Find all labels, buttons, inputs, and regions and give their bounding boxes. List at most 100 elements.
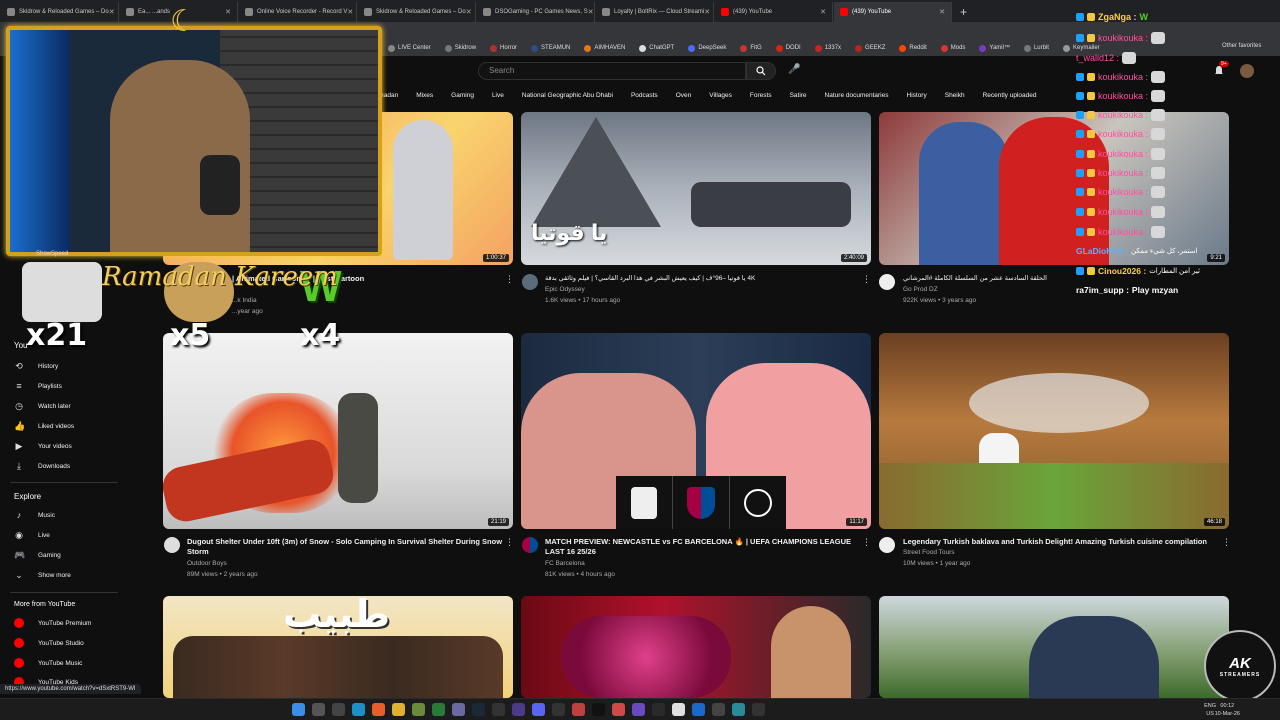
more-options-icon[interactable]: ⋮ bbox=[505, 537, 514, 548]
video-title[interactable]: 4K يا قوتيا –96°ف | كيف يعيش البشر في هذ… bbox=[545, 274, 860, 284]
sidebar-item-youtube-studio[interactable]: YouTube Studio bbox=[14, 638, 84, 648]
sidebar-item-youtube-premium[interactable]: YouTube Premium bbox=[14, 618, 91, 628]
sidebar-item-youtube-music[interactable]: YouTube Music bbox=[14, 658, 82, 668]
search-input[interactable]: Search bbox=[478, 62, 746, 80]
bookmark[interactable]: Horror bbox=[490, 44, 517, 52]
bookmark[interactable]: ChatGPT bbox=[639, 44, 674, 52]
channel-name[interactable]: Go Prod DZ bbox=[903, 286, 938, 293]
channel-name[interactable]: Street Food Tours bbox=[903, 549, 955, 556]
app-icon[interactable] bbox=[732, 703, 745, 716]
app-icon[interactable] bbox=[572, 703, 585, 716]
bookmark[interactable]: DODI bbox=[775, 44, 801, 52]
chip[interactable]: Forests bbox=[750, 92, 772, 99]
new-tab-button[interactable]: + bbox=[952, 5, 975, 22]
system-clock[interactable]: 00:12 10-Mar-26 bbox=[1215, 702, 1240, 718]
chip[interactable]: Nature documentaries bbox=[825, 92, 889, 99]
bookmark[interactable]: LIVE Center bbox=[388, 44, 431, 52]
bookmark[interactable]: Mods bbox=[940, 44, 965, 52]
bookmark[interactable]: GEEKZ bbox=[855, 44, 885, 52]
notifications-bell-icon[interactable]: 9+ bbox=[1213, 61, 1229, 76]
video-thumbnail[interactable]: يا قوتيا 2:40:09 bbox=[521, 112, 871, 265]
chip[interactable]: Sheikh bbox=[945, 92, 965, 99]
browser-tab[interactable]: Skidrow & Reloaded Games – Do ✕ bbox=[358, 2, 476, 22]
close-tab-icon[interactable]: ✕ bbox=[820, 8, 826, 16]
channel-avatar[interactable] bbox=[522, 537, 538, 553]
chip[interactable]: Live bbox=[492, 92, 504, 99]
task-view-icon[interactable] bbox=[332, 703, 345, 716]
brave-browser-icon[interactable] bbox=[372, 703, 385, 716]
chip[interactable]: Oven bbox=[676, 92, 692, 99]
sidebar-item-watch-later[interactable]: ◷ Watch later bbox=[14, 401, 71, 411]
chip[interactable]: Recently uploaded bbox=[983, 92, 1037, 99]
bookmark[interactable]: AIMHAVEN bbox=[584, 44, 625, 52]
browser-tab[interactable]: Online Voice Recorder - Record V ✕ bbox=[239, 2, 357, 22]
video-thumbnail[interactable] bbox=[879, 596, 1229, 698]
bookmark[interactable]: FitG bbox=[740, 44, 762, 52]
chip[interactable]: Satire bbox=[790, 92, 807, 99]
video-thumbnail[interactable]: 46:18 bbox=[879, 333, 1229, 529]
chip[interactable]: Mixes bbox=[416, 92, 433, 99]
close-tab-icon[interactable]: ✕ bbox=[109, 8, 115, 16]
edge-browser-icon[interactable] bbox=[352, 703, 365, 716]
bookmark[interactable]: 1337x bbox=[814, 44, 841, 52]
browser-tab[interactable]: DSOGaming - PC Games News, S ✕ bbox=[477, 2, 595, 22]
search-button[interactable] bbox=[746, 62, 776, 80]
video-title[interactable]: Dugout Shelter Under 10ft (3m) of Snow -… bbox=[187, 537, 505, 557]
bookmark[interactable]: STEAMUN bbox=[531, 44, 570, 52]
app-icon[interactable] bbox=[452, 703, 465, 716]
bookmark[interactable]: Lurbit bbox=[1023, 44, 1049, 52]
video-thumbnail[interactable]: 11:17 bbox=[521, 333, 871, 529]
bookmark[interactable]: Skidrow bbox=[444, 44, 476, 52]
close-tab-icon[interactable]: ✕ bbox=[225, 8, 231, 16]
browser-tab[interactable]: Loyalty | BoltRix — Cloud Streami ✕ bbox=[596, 2, 714, 22]
sidebar-item-playlists[interactable]: ≡ Playlists bbox=[14, 381, 61, 391]
channel-avatar[interactable] bbox=[879, 274, 895, 290]
discord-icon[interactable] bbox=[532, 703, 545, 716]
sidebar-item-live[interactable]: ◉ Live bbox=[14, 530, 50, 540]
video-title[interactable]: MATCH PREVIEW: NEWCASTLE vs FC BARCELONA… bbox=[545, 537, 860, 557]
sidebar-item-show-more[interactable]: ⌄ Show more bbox=[14, 570, 71, 580]
video-thumbnail[interactable]: 9:21 bbox=[879, 112, 1229, 265]
more-options-icon[interactable]: ⋮ bbox=[862, 537, 871, 548]
app-icon[interactable] bbox=[712, 703, 725, 716]
microphone-icon[interactable]: 🎤 bbox=[788, 64, 802, 78]
close-tab-icon[interactable]: ✕ bbox=[588, 8, 594, 16]
bookmark[interactable]: DeepSeek bbox=[688, 44, 726, 52]
sidebar-item-music[interactable]: ♪ Music bbox=[14, 510, 55, 520]
channel-avatar[interactable] bbox=[164, 537, 180, 553]
search-icon[interactable] bbox=[312, 703, 325, 716]
bookmark[interactable]: Keymailer bbox=[1062, 44, 1100, 52]
browser-tab-active[interactable]: (439) YouTube ✕ bbox=[834, 2, 952, 22]
close-tab-icon[interactable]: ✕ bbox=[347, 8, 353, 16]
steam-icon[interactable] bbox=[472, 703, 485, 716]
app-icon[interactable] bbox=[612, 703, 625, 716]
start-menu-icon[interactable] bbox=[292, 703, 305, 716]
chip[interactable]: Podcasts bbox=[631, 92, 658, 99]
channel-avatar[interactable] bbox=[879, 537, 895, 553]
sidebar-item-history[interactable]: ⟲ History bbox=[14, 361, 58, 371]
app-icon[interactable] bbox=[492, 703, 505, 716]
app-icon[interactable] bbox=[552, 703, 565, 716]
sidebar-item-downloads[interactable]: ⤓ Downloads bbox=[14, 461, 70, 471]
video-title[interactable]: Legendary Turkish baklava and Turkish De… bbox=[903, 537, 1213, 547]
channel-name[interactable]: ...k India bbox=[232, 297, 257, 304]
app-icon[interactable] bbox=[512, 703, 525, 716]
sidebar-item-liked-videos[interactable]: 👍 Liked videos bbox=[14, 421, 74, 431]
chip[interactable]: National Geographic Abu Dhabi bbox=[522, 92, 613, 99]
channel-name[interactable]: Epic Odyssey bbox=[545, 286, 585, 293]
more-options-icon[interactable]: ⋮ bbox=[505, 274, 514, 285]
chip[interactable]: Gaming bbox=[451, 92, 474, 99]
sidebar-item-your-videos[interactable]: ▶ Your videos bbox=[14, 441, 72, 451]
channel-name[interactable]: Outdoor Boys bbox=[187, 560, 227, 567]
close-tab-icon[interactable]: ✕ bbox=[466, 8, 472, 16]
chip[interactable]: Villages bbox=[709, 92, 732, 99]
app-icon[interactable] bbox=[672, 703, 685, 716]
app-icon[interactable] bbox=[412, 703, 425, 716]
browser-tab[interactable]: Skidrow & Reloaded Games – Do ✕ bbox=[1, 2, 119, 22]
bookmark[interactable]: Reddit bbox=[899, 44, 927, 52]
browser-tab[interactable]: (439) YouTube ✕ bbox=[715, 2, 833, 22]
tiktok-icon[interactable] bbox=[592, 703, 605, 716]
bookmark[interactable]: Yamil™ bbox=[979, 44, 1010, 52]
xbox-icon[interactable] bbox=[432, 703, 445, 716]
file-explorer-icon[interactable] bbox=[392, 703, 405, 716]
